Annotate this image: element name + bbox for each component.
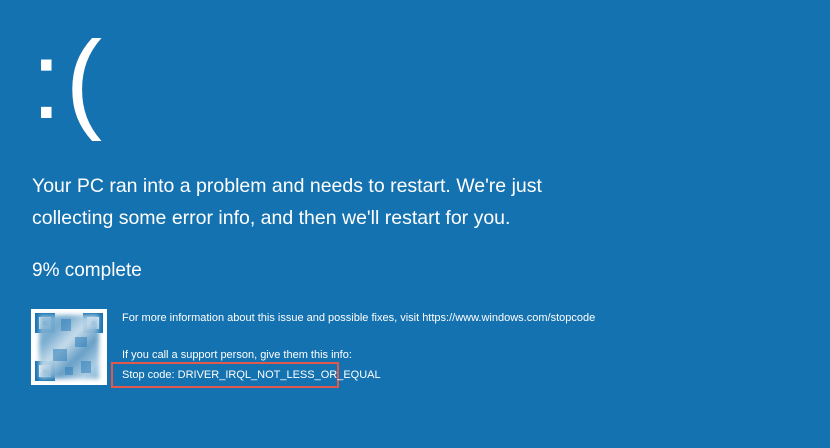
qr-module bbox=[65, 367, 73, 375]
qr-module bbox=[81, 361, 91, 373]
error-message-line-1: Your PC ran into a problem and needs to … bbox=[32, 175, 542, 197]
bsod-screen: { "screen": { "background_color": "#1572… bbox=[0, 0, 830, 448]
progress-status: 9% complete bbox=[32, 260, 142, 281]
qr-code-icon bbox=[31, 309, 107, 385]
error-message: Your PC ran into a problem and needs to … bbox=[32, 170, 632, 234]
sad-face-emoticon: :( bbox=[31, 19, 107, 142]
qr-module bbox=[53, 349, 67, 361]
error-message-line-2: collecting some error info, and then we'… bbox=[32, 207, 511, 229]
stop-code-text: Stop code: DRIVER_IRQL_NOT_LESS_OR_EQUAL bbox=[122, 369, 381, 381]
qr-module bbox=[61, 319, 71, 331]
qr-module bbox=[75, 337, 87, 347]
more-info-text: For more information about this issue an… bbox=[122, 312, 596, 324]
support-info-text: If you call a support person, give them … bbox=[122, 349, 352, 361]
